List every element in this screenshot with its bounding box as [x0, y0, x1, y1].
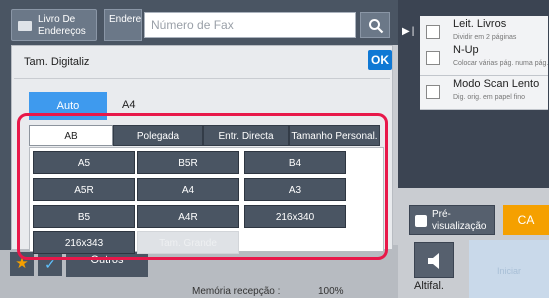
search-button[interactable] — [360, 12, 390, 38]
address-book-label: Livro De Endereços — [38, 14, 86, 37]
start-button[interactable]: Iniciar — [469, 240, 549, 298]
tab-ab[interactable]: AB — [29, 125, 113, 146]
checkbox-icon — [426, 85, 440, 99]
dialog-title: Tam. Digitaliz — [24, 56, 90, 68]
size-button-b5[interactable]: B5 — [33, 205, 135, 228]
ok-button[interactable]: OK — [368, 50, 392, 70]
option-subtitle: Dividir em 2 páginas — [453, 34, 517, 41]
size-button-a5[interactable]: A5 — [33, 151, 135, 174]
destination-button[interactable]: Endereço — [104, 9, 142, 41]
size-button-a3[interactable]: A3 — [244, 178, 346, 201]
memory-value: 100% — [318, 286, 344, 297]
size-button-a4[interactable]: A4 — [137, 178, 239, 201]
address-book-icon — [18, 21, 32, 31]
tab-direct-entry[interactable]: Entr. Directa — [203, 125, 289, 146]
search-icon — [369, 19, 384, 34]
current-size-label: A4 — [122, 99, 136, 111]
option-subtitle: Dig. orig. em papel fino — [453, 94, 525, 101]
size-button-a5r[interactable]: A5R — [33, 178, 135, 201]
size-button-a4r[interactable]: A4R — [137, 205, 239, 228]
panel-collapse-icon[interactable]: ▶ | — [402, 26, 414, 37]
fax-number-input[interactable]: Número de Fax — [144, 12, 356, 38]
checkbox-icon — [426, 51, 440, 65]
size-button-216x340[interactable]: 216x340 — [244, 205, 346, 228]
size-button-216x343[interactable]: 216x343 — [33, 231, 135, 254]
size-button-large: Tam. Grande — [137, 231, 239, 254]
option-subtitle: Colocar várias pág. numa pág. — [453, 60, 549, 67]
preview-button[interactable]: Pré-visualização — [409, 205, 495, 235]
preview-label: Pré-visualização — [432, 209, 487, 232]
divider — [14, 78, 390, 79]
tab-custom-size[interactable]: Tamanho Personal. — [289, 125, 380, 146]
option-title: Leit. Livros — [453, 18, 507, 30]
volume-label: Altifal. — [414, 280, 444, 292]
memory-label: Memória recepção : — [192, 286, 281, 297]
checkbox-icon — [426, 25, 440, 39]
tab-inch[interactable]: Polegada — [113, 125, 203, 146]
address-book-button[interactable]: Livro De Endereços — [11, 9, 97, 41]
speaker-icon — [428, 253, 439, 269]
size-button-b5r[interactable]: B5R — [137, 151, 239, 174]
volume-button[interactable] — [414, 242, 454, 278]
option-title: N-Up — [453, 44, 479, 56]
option-title: Modo Scan Lento — [453, 78, 540, 90]
option-slow-scan[interactable]: Modo Scan Lento Dig. orig. em papel fino — [420, 76, 548, 110]
size-button-b4[interactable]: B4 — [244, 151, 346, 174]
ca-button[interactable]: CA — [503, 205, 549, 235]
option-n-up[interactable]: N-Up Colocar várias pág. numa pág. — [420, 42, 548, 76]
preview-icon — [415, 215, 427, 227]
left-strip — [0, 45, 11, 250]
